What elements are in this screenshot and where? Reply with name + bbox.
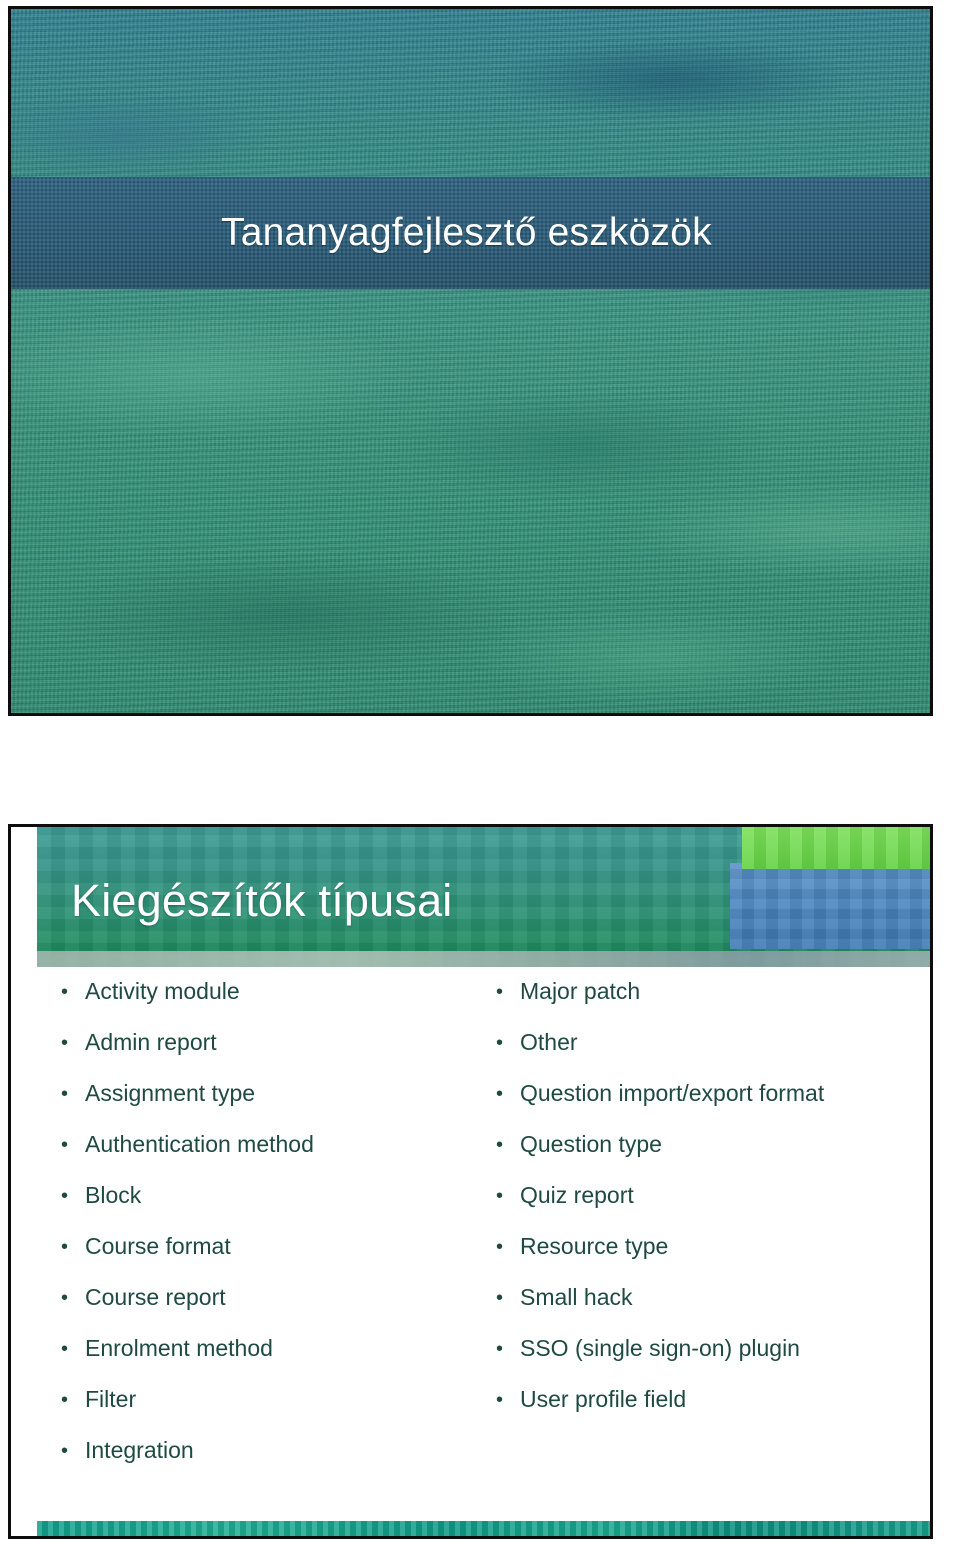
bullet-icon: • [496,1134,504,1156]
list-item: • SSO (single sign-on) plugin [496,1334,916,1385]
list-item: • Question import/export format [496,1079,916,1130]
list-item: • Block [61,1181,481,1232]
bullet-icon: • [496,1236,504,1258]
list-item: • Major patch [496,977,916,1028]
list-item-label: Admin report [85,1029,217,1055]
bullet-icon: • [61,1287,69,1309]
list-item-label: Enrolment method [85,1335,273,1361]
bullet-icon: • [496,981,504,1003]
list-item: • Quiz report [496,1181,916,1232]
list-item: • Filter [61,1385,481,1436]
list-item-label: Question type [520,1131,662,1157]
list-item-label: Authentication method [85,1131,314,1157]
bullet-icon: • [61,1389,69,1411]
list-item: • Other [496,1028,916,1079]
list-item-label: Other [520,1029,578,1055]
list-item-label: Major patch [520,978,641,1004]
bullet-icon: • [496,1338,504,1360]
list-item-label: Course report [85,1284,226,1310]
bullet-icon: • [61,1083,69,1105]
bullet-icon: • [61,1185,69,1207]
title-slide: Tananyagfejlesztő eszközök [8,6,933,716]
list-item: • Assignment type [61,1079,481,1130]
plugin-types-slide: Kiegészítők típusai • Activity module • … [8,824,933,1539]
list-item: • Course report [61,1283,481,1334]
title-banner: Tananyagfejlesztő eszközök [11,177,930,289]
header-green-block [742,827,930,869]
bullet-icon: • [61,1134,69,1156]
list-item-label: Quiz report [520,1182,634,1208]
list-item: • Authentication method [61,1130,481,1181]
list-item: • User profile field [496,1385,916,1436]
slide-footer-strip [37,1521,930,1536]
list-item: • Question type [496,1130,916,1181]
bullet-icon: • [61,1338,69,1360]
list-item-label: Course format [85,1233,231,1259]
list-item-label: Resource type [520,1233,669,1259]
bullet-icon: • [496,1083,504,1105]
list-item: • Small hack [496,1283,916,1334]
list-item-label: Integration [85,1437,194,1463]
bullet-icon: • [61,981,69,1003]
list-item-label: User profile field [520,1386,687,1412]
bullet-icon: • [496,1389,504,1411]
bullet-icon: • [496,1032,504,1054]
list-item-label: Small hack [520,1284,633,1310]
list-item: • Course format [61,1232,481,1283]
header-blue-block [730,863,930,949]
list-item-label: Block [85,1182,142,1208]
bullet-icon: • [496,1287,504,1309]
plugin-types-heading: Kiegészítők típusai [71,875,453,926]
bullet-icon: • [61,1440,69,1462]
title-slide-heading: Tananyagfejlesztő eszközök [221,211,712,254]
list-item-label: Filter [85,1386,137,1412]
water-texture-background-image [11,9,930,713]
list-item: • Admin report [61,1028,481,1079]
header-left-margin [11,827,37,967]
list-item: • Resource type [496,1232,916,1283]
bullet-icon: • [61,1236,69,1258]
list-item-label: Activity module [85,978,240,1004]
list-item: • Activity module [61,977,481,1028]
bullet-icon: • [496,1185,504,1207]
list-item: • Integration [61,1436,481,1487]
plugin-types-left-column: • Activity module • Admin report • Assig… [61,977,481,1487]
plugin-types-right-column: • Major patch • Other • Question import/… [496,977,916,1436]
plugin-types-content: • Activity module • Admin report • Assig… [11,977,930,1514]
bullet-icon: • [61,1032,69,1054]
list-item-label: SSO (single sign-on) plugin [520,1335,800,1361]
list-item: • Enrolment method [61,1334,481,1385]
header-gray-strip [37,951,930,967]
footer-left-margin [11,1521,37,1536]
list-item-label: Question import/export format [520,1080,825,1106]
slide-handout-page: Tananyagfejlesztő eszközök Kiegészítők t… [0,0,960,1545]
list-item-label: Assignment type [85,1080,256,1106]
